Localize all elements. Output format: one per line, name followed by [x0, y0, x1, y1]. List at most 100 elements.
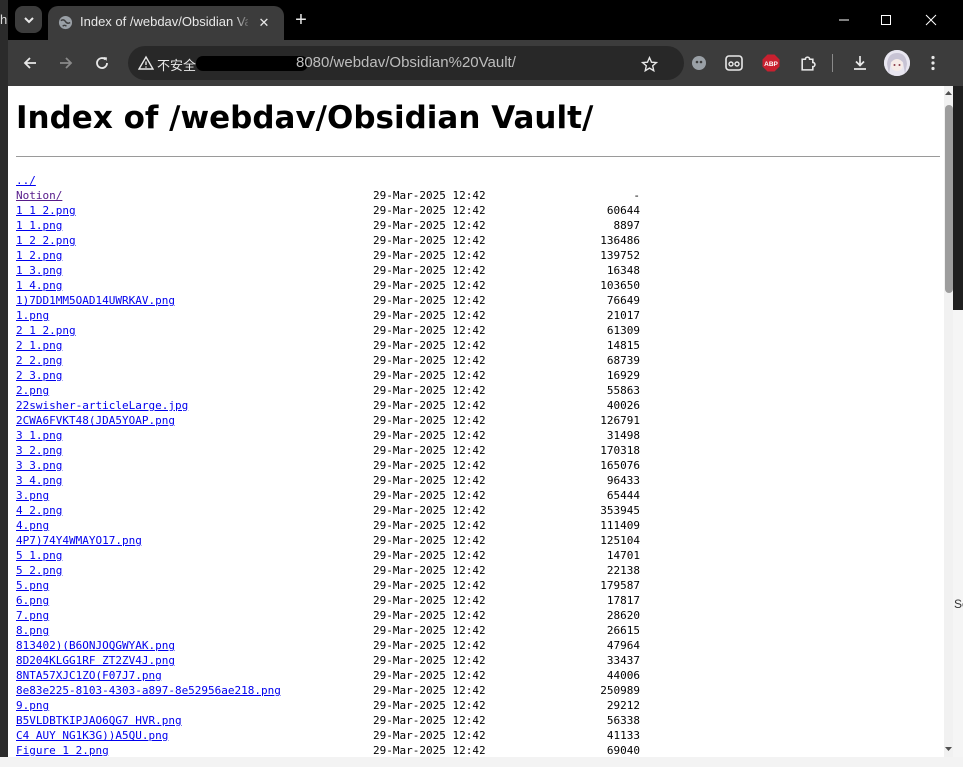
file-link[interactable]: 3 3.png	[16, 459, 62, 472]
file-link[interactable]: C4 AUY NG1K3G))A5QU.png	[16, 729, 168, 742]
file-date: 29-Mar-2025 12:42	[373, 579, 486, 592]
file-date: 29-Mar-2025 12:42	[373, 234, 486, 247]
file-link[interactable]: 8D204KLGG1RF ZT2ZV4J.png	[16, 654, 175, 667]
downloads-button[interactable]	[848, 51, 872, 75]
file-date: 29-Mar-2025 12:42	[373, 399, 486, 412]
parent-dir-link[interactable]: ../	[16, 174, 36, 187]
url-text[interactable]: 8080/webdav/Obsidian%20Vault/	[296, 54, 516, 71]
address-bar[interactable]: 不安全 8080/webdav/Obsidian%20Vault/	[128, 46, 684, 80]
list-item: 5 1.png 29-Mar-2025 12:42 14701	[16, 548, 940, 563]
warning-icon[interactable]	[138, 55, 154, 71]
list-item: 2CWA6FVKT48(JDA5YOAP.png 29-Mar-2025 12:4…	[16, 413, 940, 428]
list-item: C4 AUY NG1K3G))A5QU.png 29-Mar-2025 12:42…	[16, 728, 940, 743]
file-link[interactable]: 2.png	[16, 384, 49, 397]
file-link[interactable]: 2 2.png	[16, 354, 62, 367]
file-size: 28620	[606, 609, 640, 622]
security-label[interactable]: 不安全	[157, 55, 196, 74]
file-link[interactable]: 3 2.png	[16, 444, 62, 457]
file-link[interactable]: 4.png	[16, 519, 49, 532]
file-link[interactable]: 22swisher-articleLarge.jpg	[16, 399, 188, 412]
file-link[interactable]: B5VLDBTKIPJAO6QG7 HVR.png	[16, 714, 182, 727]
page-viewport: Index of /webdav/Obsidian Vault/ ../ Not…	[8, 86, 953, 757]
file-link[interactable]: 1.png	[16, 309, 49, 322]
file-link[interactable]: 3 1.png	[16, 429, 62, 442]
window-close-button[interactable]	[918, 8, 944, 32]
file-link[interactable]: 1 1.png	[16, 219, 62, 232]
file-link[interactable]: 813402)(B6ONJOQGWYAK.png	[16, 639, 175, 652]
list-item: 8.png 29-Mar-2025 12:42 26615	[16, 623, 940, 638]
browser-menu-button[interactable]	[921, 51, 945, 75]
minimize-button[interactable]	[831, 8, 857, 32]
file-link[interactable]: 9.png	[16, 699, 49, 712]
active-tab[interactable]: Index of /webdav/Obsidian Vault/ ✕	[48, 6, 284, 40]
file-link[interactable]: 1 3.png	[16, 264, 62, 277]
download-icon	[854, 56, 866, 70]
scroll-down-arrow-icon[interactable]	[944, 745, 953, 753]
file-size: 44006	[606, 669, 640, 682]
file-link[interactable]: 1)7DD1MM5OAD14UWRKAV.png	[16, 294, 175, 307]
bookmark-button[interactable]	[638, 53, 660, 75]
file-link[interactable]: 2 1.png	[16, 339, 62, 352]
file-date: 29-Mar-2025 12:42	[373, 654, 486, 667]
profile-avatar-icon	[884, 50, 910, 76]
vertical-scrollbar[interactable]	[944, 86, 953, 757]
file-link[interactable]: 3.png	[16, 489, 49, 502]
file-size: 96433	[606, 474, 640, 487]
file-link[interactable]: 8NTA57XJC1ZO(F07J7.png	[16, 669, 162, 682]
file-link[interactable]: 1 1 2.png	[16, 204, 76, 217]
file-link[interactable]: 4 2.png	[16, 504, 62, 517]
file-size: 47964	[606, 639, 640, 652]
extension-button[interactable]	[722, 51, 746, 75]
file-size: 22138	[606, 564, 640, 577]
file-link[interactable]: 1 4.png	[16, 279, 62, 292]
file-size: 61309	[606, 324, 640, 337]
file-link[interactable]: 7.png	[16, 609, 49, 622]
file-link[interactable]: 3 4.png	[16, 474, 62, 487]
list-item: 4P7)74Y4WMAYO17.png 29-Mar-2025 12:42 1251…	[16, 533, 940, 548]
file-link[interactable]: Figure 1 2.png	[16, 744, 109, 757]
file-link[interactable]: 2 1 2.png	[16, 324, 76, 337]
close-icon[interactable]: ✕	[254, 13, 274, 33]
tab-search-button[interactable]	[15, 6, 42, 33]
avatar[interactable]	[884, 50, 910, 76]
file-size: 29212	[606, 699, 640, 712]
adblock-icon: ABP	[762, 54, 780, 72]
file-link[interactable]: 2CWA6FVKT48(JDA5YOAP.png	[16, 414, 175, 427]
file-link[interactable]: Notion/	[16, 189, 62, 202]
extensions-menu-button[interactable]	[795, 51, 819, 75]
file-link[interactable]: 6.png	[16, 594, 49, 607]
file-link[interactable]: 1 2 2.png	[16, 234, 76, 247]
file-size: 69040	[606, 744, 640, 757]
file-link[interactable]: 1 2.png	[16, 249, 62, 262]
file-link[interactable]: 2 3.png	[16, 369, 62, 382]
file-date: 29-Mar-2025 12:42	[373, 279, 486, 292]
forward-button[interactable]	[54, 51, 78, 75]
extension-button[interactable]	[687, 51, 711, 75]
plus-icon[interactable]: +	[290, 9, 312, 31]
file-link[interactable]: 8.png	[16, 624, 49, 637]
background-text-right: Se	[954, 597, 963, 611]
adblock-extension-button[interactable]: ABP	[759, 51, 783, 75]
file-date: 29-Mar-2025 12:42	[373, 219, 486, 232]
file-size: 33437	[606, 654, 640, 667]
list-item: 3.png 29-Mar-2025 12:42 65444	[16, 488, 940, 503]
back-button[interactable]	[18, 51, 42, 75]
list-item: 7.png 29-Mar-2025 12:42 28620	[16, 608, 940, 623]
scrollbar-thumb[interactable]	[945, 105, 953, 293]
file-size: 125104	[600, 534, 640, 547]
file-link[interactable]: 5.png	[16, 579, 49, 592]
list-item: 5.png 29-Mar-2025 12:42 179587	[16, 578, 940, 593]
file-link[interactable]: 5 2.png	[16, 564, 62, 577]
back-arrow-icon	[23, 57, 36, 69]
file-link[interactable]: 5 1.png	[16, 549, 62, 562]
file-link[interactable]: 8e83e225-8103-4303-a897-8e52956ae218.png	[16, 684, 281, 697]
list-item: 2 1 2.png 29-Mar-2025 12:42 61309	[16, 323, 940, 338]
file-date: 29-Mar-2025 12:42	[373, 369, 486, 382]
scroll-up-arrow-icon[interactable]	[944, 89, 953, 97]
tab-search-icon	[23, 16, 34, 23]
maximize-button[interactable]	[873, 8, 899, 32]
list-item: 2 1.png 29-Mar-2025 12:42 14815	[16, 338, 940, 353]
file-link[interactable]: 4P7)74Y4WMAYO17.png	[16, 534, 142, 547]
reload-button[interactable]	[90, 51, 114, 75]
file-date: 29-Mar-2025 12:42	[373, 519, 486, 532]
